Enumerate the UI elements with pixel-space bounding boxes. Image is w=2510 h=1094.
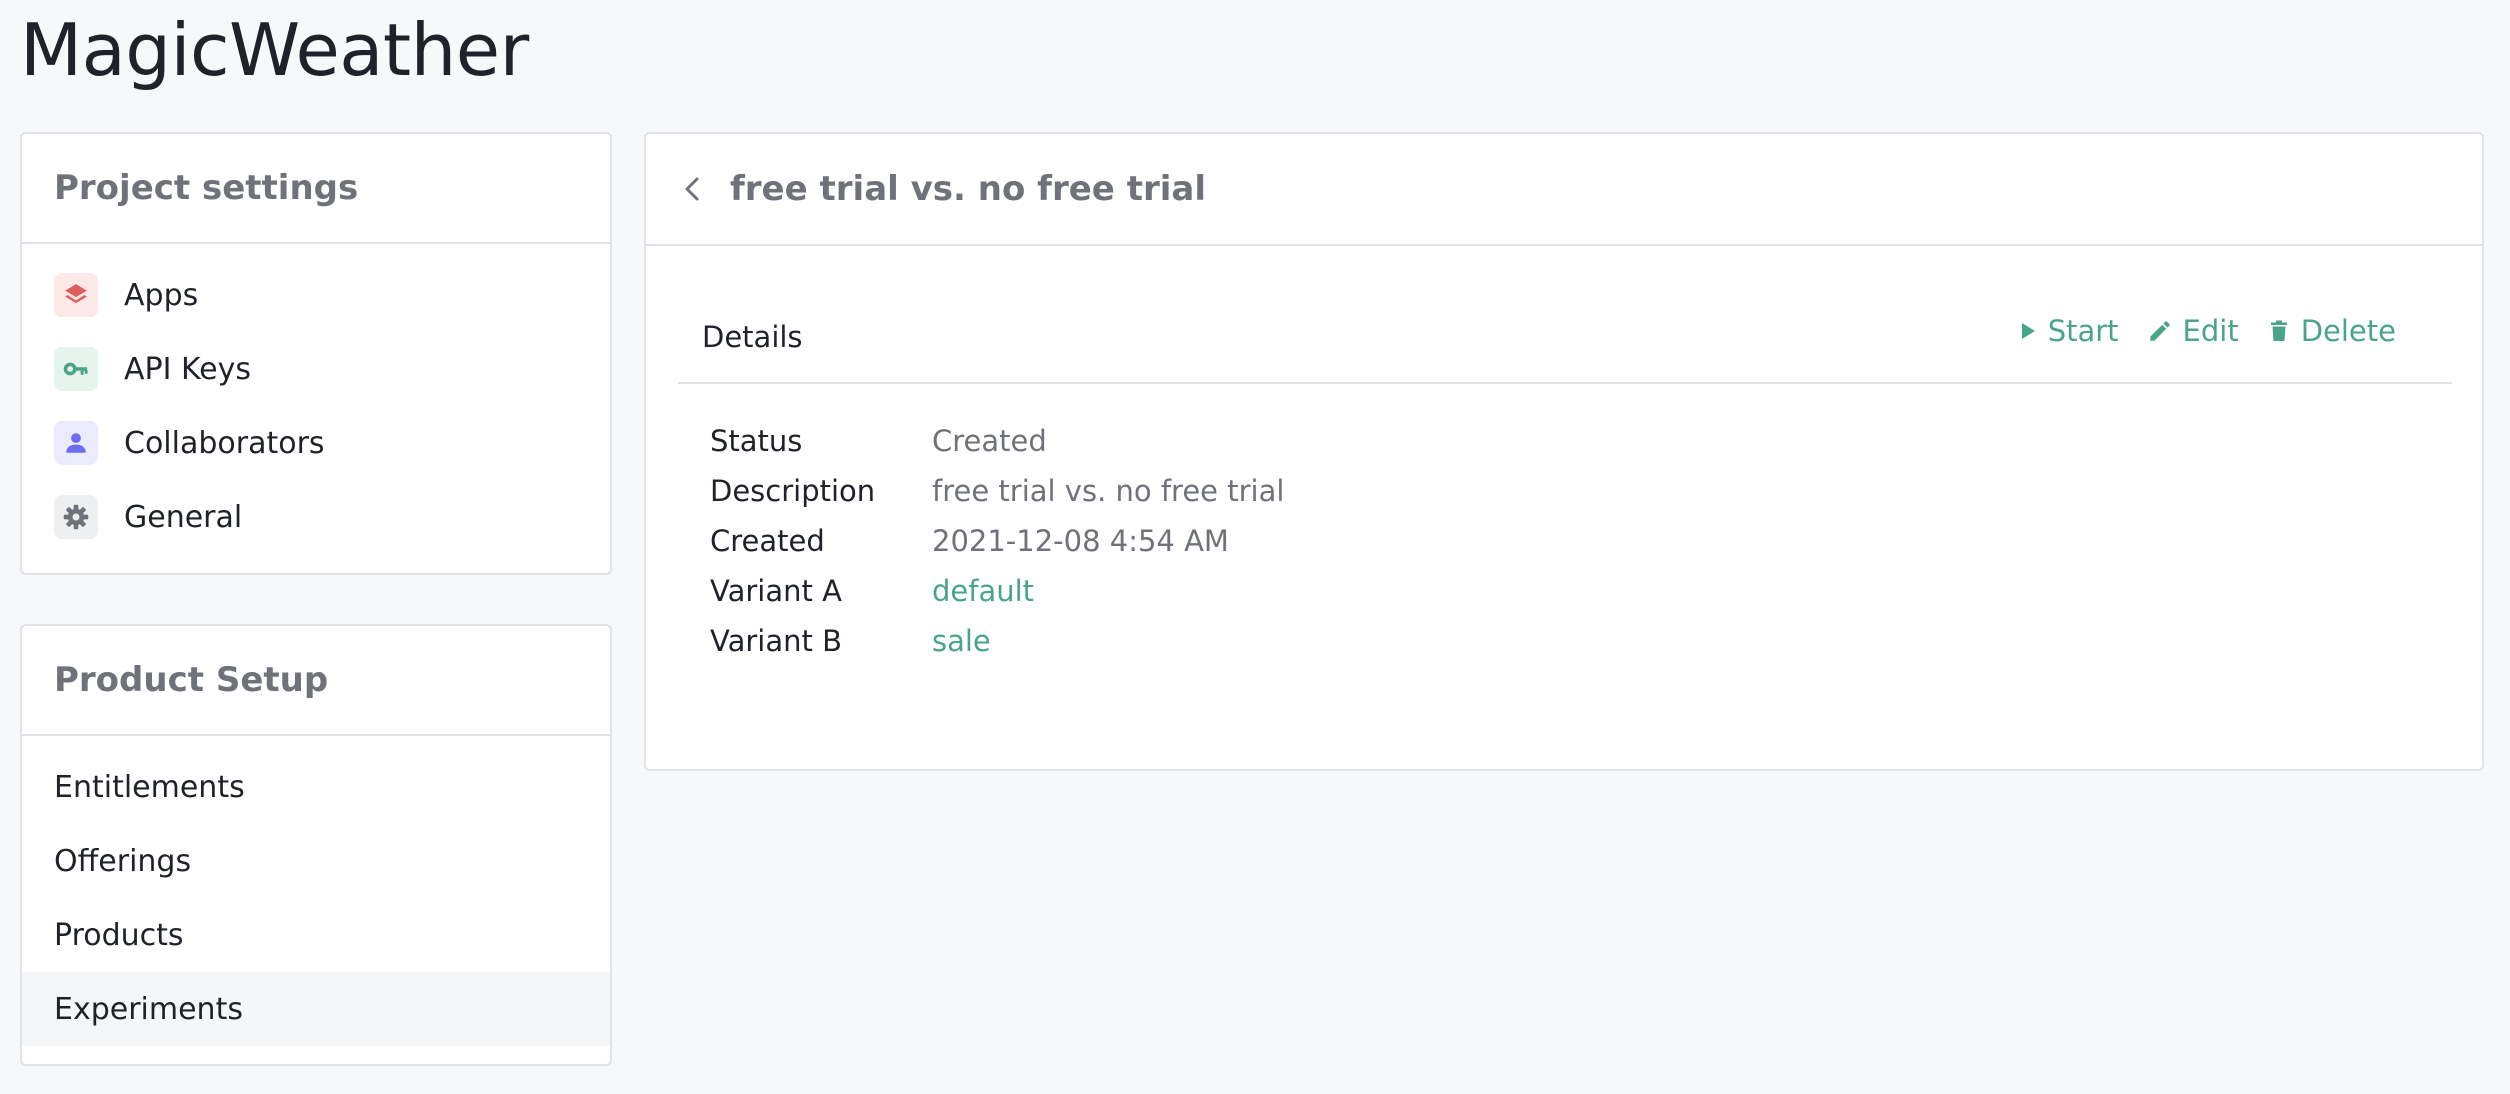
detail-label: Status xyxy=(710,424,803,458)
details-header: Details Start Edit Delete xyxy=(678,294,2452,384)
sidebar-item-products[interactable]: Products xyxy=(22,898,610,972)
detail-row-variant-a: Variant A default xyxy=(710,566,1284,616)
detail-row-description: Description free trial vs. no free trial xyxy=(710,466,1284,516)
experiment-card: free trial vs. no free trial Details Sta… xyxy=(644,132,2484,771)
sidebar-item-label: API Keys xyxy=(124,351,252,387)
sidebar-item-api-keys[interactable]: API Keys xyxy=(22,332,610,406)
project-settings-list: Apps API Keys Collaborators General xyxy=(22,244,610,554)
pencil-icon xyxy=(2149,321,2170,341)
app-title: MagicWeather xyxy=(20,8,529,92)
start-label: Start xyxy=(2047,314,2119,348)
sidebar-item-label: General xyxy=(124,499,243,535)
sidebar-item-apps[interactable]: Apps xyxy=(22,258,610,332)
detail-row-created: Created 2021-12-08 4:54 AM xyxy=(710,516,1284,566)
experiment-title: free trial vs. no free trial xyxy=(730,169,1206,209)
sidebar-item-offerings[interactable]: Offerings xyxy=(22,824,610,898)
play-icon xyxy=(2021,323,2035,339)
experiment-header: free trial vs. no free trial xyxy=(646,134,2482,246)
layers-icon xyxy=(54,273,98,317)
detail-label: Variant A xyxy=(710,574,842,608)
detail-label: Variant B xyxy=(710,624,842,658)
detail-value: Created xyxy=(932,424,1047,458)
detail-label: Description xyxy=(710,474,876,508)
details-table: Status Created Description free trial vs… xyxy=(710,416,1284,666)
detail-row-status: Status Created xyxy=(710,416,1284,466)
variant-b-link[interactable]: sale xyxy=(932,624,991,658)
variant-a-link[interactable]: default xyxy=(932,574,1034,608)
gear-icon xyxy=(54,495,98,539)
product-setup-list: Entitlements Offerings Products Experime… xyxy=(22,736,610,1046)
sidebar-item-entitlements[interactable]: Entitlements xyxy=(22,750,610,824)
detail-value: 2021-12-08 4:54 AM xyxy=(932,524,1229,558)
edit-label: Edit xyxy=(2182,314,2239,348)
sidebar-item-collaborators[interactable]: Collaborators xyxy=(22,406,610,480)
project-settings-title: Project settings xyxy=(22,134,610,244)
trash-icon xyxy=(2270,320,2287,341)
delete-button[interactable]: Delete xyxy=(2267,314,2396,348)
product-setup-title: Product Setup xyxy=(22,626,610,736)
key-icon xyxy=(54,347,98,391)
sidebar-item-general[interactable]: General xyxy=(22,480,610,554)
delete-label: Delete xyxy=(2300,314,2396,348)
detail-row-variant-b: Variant B sale xyxy=(710,616,1284,666)
edit-button[interactable]: Edit xyxy=(2147,314,2239,348)
back-button[interactable] xyxy=(674,167,710,211)
details-actions: Start Edit Delete xyxy=(1990,314,2396,348)
detail-label: Created xyxy=(710,524,825,558)
person-icon xyxy=(54,421,98,465)
product-setup-card: Product Setup Entitlements Offerings Pro… xyxy=(20,624,612,1066)
sidebar-item-label: Collaborators xyxy=(124,425,325,461)
start-button[interactable]: Start xyxy=(2018,314,2119,348)
detail-value: free trial vs. no free trial xyxy=(932,474,1285,508)
sidebar-item-experiments[interactable]: Experiments xyxy=(22,972,610,1046)
project-settings-card: Project settings Apps API Keys Collabora… xyxy=(20,132,612,575)
details-title: Details xyxy=(702,320,803,354)
sidebar-item-label: Apps xyxy=(124,277,199,313)
chevron-left-icon xyxy=(685,177,699,201)
